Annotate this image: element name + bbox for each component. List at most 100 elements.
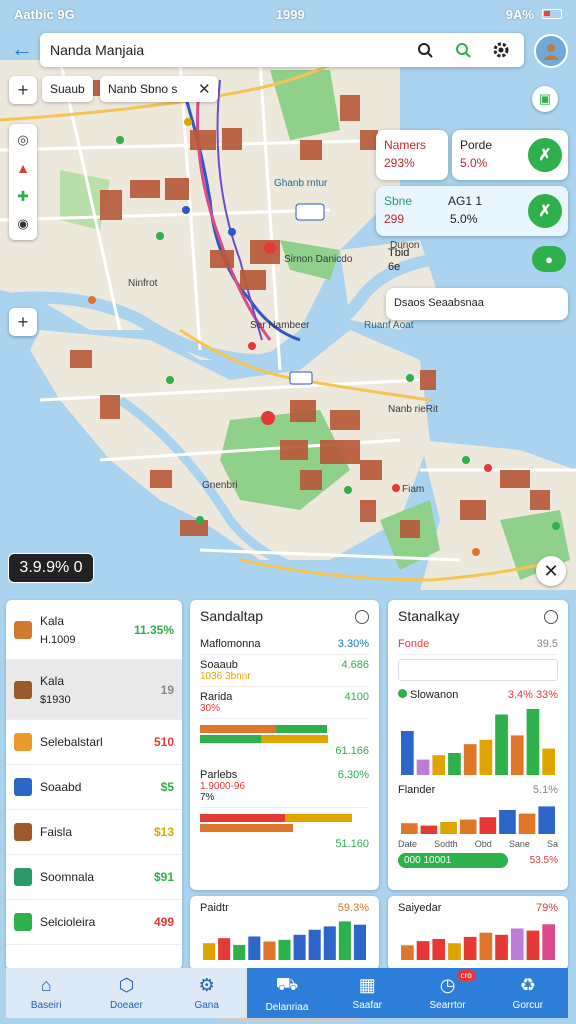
- chart-bar: [263, 941, 276, 960]
- chart-bar: [479, 817, 497, 834]
- stats-input-box[interactable]: [398, 659, 558, 681]
- list-item-value: $5: [160, 780, 174, 794]
- place-icon: [14, 868, 32, 886]
- info-banner[interactable]: Dsaos Seaabsnaa: [386, 288, 568, 320]
- map-label: Ninfrot: [128, 278, 158, 289]
- info-text: Tbid 6e: [388, 247, 410, 273]
- list-item[interactable]: Faisla $13: [6, 810, 182, 855]
- stat-title: Namers: [384, 138, 427, 152]
- mini-chart-panel[interactable]: Saiyedar 79%: [388, 896, 568, 970]
- summary-row[interactable]: Parlebs 6.30% 1.9000-96 7%: [200, 765, 369, 808]
- chart-bar: [542, 748, 555, 775]
- nav-item[interactable]: ▦ Saafar: [327, 968, 407, 1018]
- list-item[interactable]: Selcioleira 499: [6, 900, 182, 945]
- chart-bar: [526, 709, 540, 775]
- nav-item[interactable]: ◷ Searrtor cro: [407, 968, 487, 1018]
- stat-value: 5.0%: [450, 212, 478, 226]
- list-item[interactable]: Selebalstarl 510: [6, 720, 182, 765]
- mini-bar-chart: [401, 924, 555, 960]
- place-icon: [14, 913, 32, 931]
- panel-title: Sandaltap: [200, 608, 264, 624]
- close-icon[interactable]: ✕: [198, 80, 211, 98]
- stat-card[interactable]: Namers 293%: [376, 130, 448, 180]
- tick-label: Sane: [508, 839, 530, 849]
- avatar[interactable]: [534, 34, 568, 68]
- list-item[interactable]: Soaabd $5: [6, 765, 182, 810]
- place-icon: [14, 680, 32, 699]
- chip-label: Suaub: [50, 82, 85, 96]
- chart-bar: [416, 759, 430, 775]
- summary-panel: Sandaltap Maflomonna 3.30% Soaaub 4.686 10…: [190, 600, 379, 890]
- chart-bar: [538, 806, 555, 834]
- list-item-name: Kala: [40, 613, 65, 628]
- tick-label: Sa: [546, 839, 558, 849]
- battery-percent: 9A%: [505, 6, 534, 22]
- list-item[interactable]: Kala H.1009 11.35%: [6, 600, 182, 660]
- chat-button[interactable]: ●: [532, 246, 566, 272]
- zoom-in-button[interactable]: +: [9, 76, 37, 104]
- chart-bar: [510, 735, 524, 775]
- chart-bar: [448, 943, 461, 960]
- search-input[interactable]: [50, 42, 400, 58]
- pin-icon[interactable]: [355, 610, 369, 624]
- nav-item[interactable]: ⌂ Baseiri: [6, 968, 87, 1018]
- chart-bar: [401, 945, 414, 960]
- carrier-text: Aatbic 9G: [14, 6, 75, 22]
- list-item-value: $13: [153, 825, 174, 839]
- bar-chart[interactable]: [398, 705, 558, 775]
- stats-row[interactable]: Flander 5.1%: [398, 780, 558, 800]
- map-tools-panel: ◎ ▲ ✚ ◉: [9, 124, 37, 240]
- chart-bar: [440, 822, 457, 834]
- fire-icon[interactable]: ▲: [9, 154, 37, 182]
- search-bar[interactable]: [40, 33, 524, 67]
- summary-row[interactable]: Maflomonna 3.30%: [200, 634, 369, 655]
- summary-row[interactable]: Rarida 4100 30%: [200, 687, 369, 719]
- pin-icon[interactable]: [544, 610, 558, 624]
- mini-chart-panel[interactable]: Paidtr 59.3%: [190, 896, 379, 970]
- close-icon[interactable]: ✕: [536, 556, 566, 586]
- gauge-icon: ◷: [439, 975, 456, 995]
- stats-row[interactable]: Fonde 39.5: [398, 634, 558, 655]
- summary-row[interactable]: Soaaub 4.686 1036 3bnnr: [200, 655, 369, 687]
- place-icon: [14, 778, 32, 796]
- list-item[interactable]: Kala $1930 19: [6, 660, 182, 720]
- mini-bar-chart: [203, 921, 366, 960]
- stacked-bar-chart[interactable]: [398, 800, 558, 834]
- chart-bar: [459, 819, 477, 834]
- list-item[interactable]: Soomnala $91: [6, 855, 182, 900]
- nav-item[interactable]: ⚙ Gana: [166, 968, 247, 1018]
- cube-icon: ⬡: [118, 975, 135, 995]
- list-item-name: Soaabd: [40, 780, 82, 794]
- tick-label: Obd: [474, 839, 492, 849]
- legend-row: Slowanon 3.4% 33%: [398, 685, 558, 705]
- nav-label: Baseiri: [30, 1000, 62, 1011]
- chart-bar: [432, 939, 446, 960]
- layers-icon[interactable]: ◉: [9, 210, 37, 238]
- list-item-sub: H.1009: [40, 633, 76, 646]
- list-item-value: 11.35%: [133, 622, 174, 637]
- list-item-sub: $1930: [40, 693, 71, 706]
- transit-icon[interactable]: ✚: [9, 182, 37, 210]
- settings-gear-icon[interactable]: [488, 37, 514, 63]
- nav-item[interactable]: ♻ Gorcur: [488, 968, 568, 1018]
- search-icon[interactable]: [412, 37, 438, 63]
- nearby-search-icon[interactable]: [450, 37, 476, 63]
- transit-action-button[interactable]: ✗: [528, 194, 562, 228]
- back-button[interactable]: ←: [10, 38, 34, 62]
- list-item-value: $91: [153, 870, 174, 884]
- home-icon: ⌂: [40, 975, 52, 995]
- nav-item[interactable]: ⛟ Delanriaa: [247, 968, 327, 1018]
- transit-action-button[interactable]: ✗: [528, 138, 562, 172]
- chart-bar: [233, 944, 246, 960]
- zoom-add-button[interactable]: +: [9, 308, 37, 336]
- price-tag[interactable]: 3.9.9% 0: [8, 553, 94, 583]
- chart-bar: [495, 714, 508, 775]
- car-icon: ⛟: [275, 973, 299, 994]
- nav-item[interactable]: ⬡ Doeaer: [86, 968, 167, 1018]
- message-icon[interactable]: ▣: [532, 86, 558, 112]
- chart-bar: [420, 825, 438, 834]
- compass-icon[interactable]: ◎: [9, 126, 37, 154]
- chart-bar: [401, 731, 414, 775]
- filter-chip[interactable]: Suaub: [42, 76, 93, 102]
- list-item-value: 499: [153, 915, 174, 929]
